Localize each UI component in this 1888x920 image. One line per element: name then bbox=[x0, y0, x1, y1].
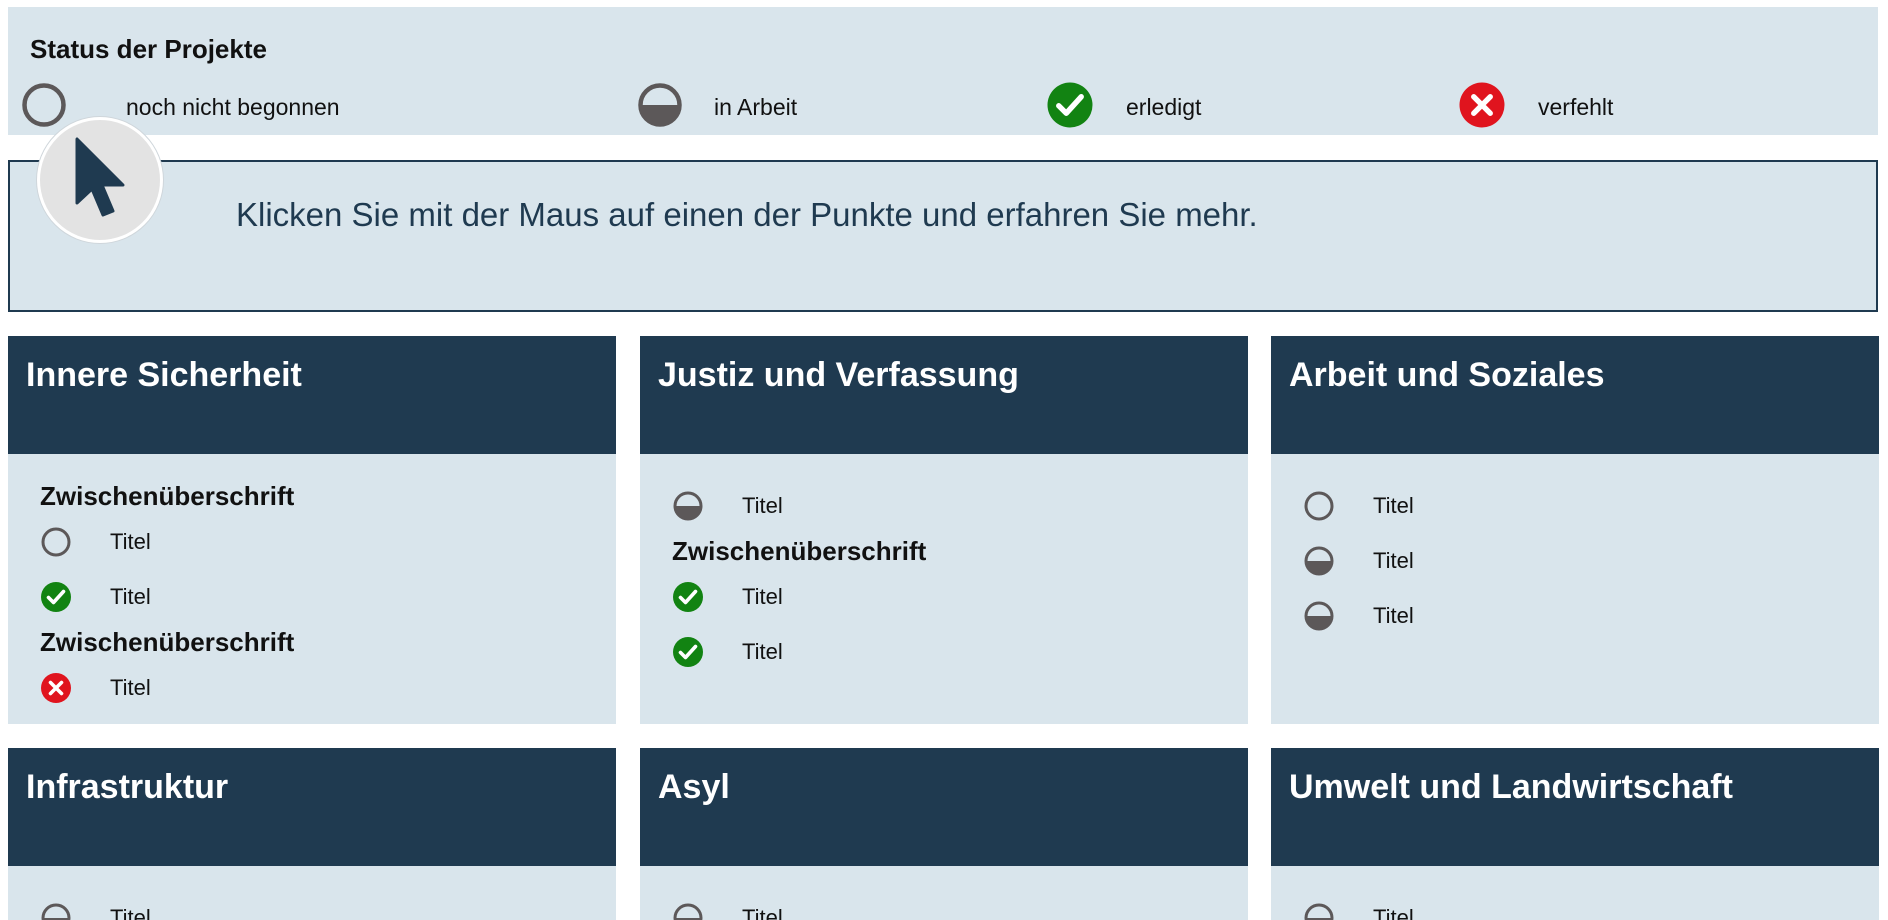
card-title: Asyl bbox=[640, 748, 1248, 866]
project-title[interactable]: Titel bbox=[742, 905, 783, 920]
info-text: Klicken Sie mit der Maus auf einen der P… bbox=[236, 196, 1258, 233]
card-title: Justiz und Verfassung bbox=[640, 336, 1248, 454]
status-done-icon bbox=[1046, 81, 1094, 134]
status-half-icon[interactable] bbox=[672, 902, 704, 920]
status-done-icon[interactable] bbox=[672, 636, 704, 668]
project-title[interactable]: Titel bbox=[1373, 905, 1414, 920]
project-item[interactable]: Titel bbox=[1303, 890, 1879, 920]
status-half-icon[interactable] bbox=[40, 902, 72, 920]
card-body: Zwischenüberschrift Titel Titel Zwischenübe… bbox=[8, 454, 616, 715]
project-title[interactable]: Titel bbox=[110, 905, 151, 920]
status-done-icon[interactable] bbox=[40, 581, 72, 613]
status-half-icon[interactable] bbox=[1303, 902, 1335, 920]
card-body: Titel Titel Titel bbox=[1271, 454, 1879, 643]
legend-item-half: in Arbeit bbox=[636, 77, 797, 137]
status-fail-icon[interactable] bbox=[40, 672, 72, 704]
project-item[interactable]: Titel bbox=[672, 624, 1248, 679]
project-item[interactable]: Titel bbox=[40, 660, 616, 715]
legend-label-fail: verfehlt bbox=[1538, 93, 1614, 120]
project-item[interactable]: Titel bbox=[40, 890, 616, 920]
project-title[interactable]: Titel bbox=[742, 639, 783, 665]
status-half-icon[interactable] bbox=[1303, 600, 1335, 632]
status-open-icon[interactable] bbox=[40, 526, 72, 558]
status-fail-icon bbox=[1458, 81, 1506, 134]
card-subheading: Zwischenüberschrift bbox=[672, 536, 927, 566]
status-open-icon bbox=[20, 81, 68, 134]
legend-item-done: erledigt bbox=[1046, 77, 1201, 137]
legend-label-done: erledigt bbox=[1126, 93, 1202, 120]
project-title[interactable]: Titel bbox=[1373, 603, 1414, 629]
card-title: Umwelt und Landwirtschaft bbox=[1271, 748, 1879, 866]
project-title[interactable]: Titel bbox=[742, 493, 783, 519]
card-title: Infrastruktur bbox=[8, 748, 616, 866]
project-item[interactable]: Titel bbox=[672, 478, 1248, 533]
policy-card: Umwelt und Landwirtschaft Titel bbox=[1271, 748, 1879, 920]
card-body: Titel bbox=[640, 866, 1248, 920]
status-half-icon[interactable] bbox=[672, 490, 704, 522]
card-body: Titel bbox=[1271, 866, 1879, 920]
project-item[interactable]: Titel bbox=[1303, 478, 1879, 533]
status-open-icon[interactable] bbox=[1303, 490, 1335, 522]
project-item[interactable]: Titel bbox=[1303, 533, 1879, 588]
card-subheading: Zwischenüberschrift bbox=[40, 627, 295, 657]
project-title[interactable]: Titel bbox=[110, 529, 151, 555]
project-title[interactable]: Titel bbox=[1373, 548, 1414, 574]
mouse-pointer-icon bbox=[75, 137, 125, 217]
policy-card: Innere Sicherheit Zwischenüberschrift Tit… bbox=[8, 336, 616, 724]
legend-label-half: in Arbeit bbox=[714, 93, 798, 120]
policy-card: Asyl Titel bbox=[640, 748, 1248, 920]
project-item[interactable]: Titel bbox=[1303, 588, 1879, 643]
cursor-hint-badge bbox=[37, 117, 163, 243]
status-half-icon[interactable] bbox=[1303, 545, 1335, 577]
info-box: Klicken Sie mit der Maus auf einen der P… bbox=[8, 160, 1878, 312]
project-item[interactable]: Titel bbox=[40, 569, 616, 624]
card-body: Titel bbox=[8, 866, 616, 920]
card-body: Titel Zwischenüberschrift Titel Titel bbox=[640, 454, 1248, 679]
legend-title: Status der Projekte bbox=[30, 34, 267, 64]
project-item[interactable]: Titel bbox=[672, 569, 1248, 624]
status-legend: Status der Projekte noch nicht begonnen … bbox=[8, 7, 1878, 135]
project-title[interactable]: Titel bbox=[742, 584, 783, 610]
policy-card: Arbeit und Soziales Titel Titel Titel bbox=[1271, 336, 1879, 724]
project-title[interactable]: Titel bbox=[1373, 493, 1414, 519]
project-title[interactable]: Titel bbox=[110, 675, 151, 701]
status-done-icon[interactable] bbox=[672, 581, 704, 613]
project-item[interactable]: Titel bbox=[40, 514, 616, 569]
card-title: Innere Sicherheit bbox=[8, 336, 616, 454]
card-subheading: Zwischenüberschrift bbox=[40, 481, 295, 511]
policy-card: Infrastruktur Titel bbox=[8, 748, 616, 920]
card-title: Arbeit und Soziales bbox=[1271, 336, 1879, 454]
status-half-icon bbox=[636, 81, 684, 134]
legend-label-open: noch nicht begonnen bbox=[126, 93, 340, 120]
legend-item-fail: verfehlt bbox=[1458, 77, 1613, 137]
project-title[interactable]: Titel bbox=[110, 584, 151, 610]
policy-card: Justiz und Verfassung Titel Zwischenübers… bbox=[640, 336, 1248, 724]
project-item[interactable]: Titel bbox=[672, 890, 1248, 920]
